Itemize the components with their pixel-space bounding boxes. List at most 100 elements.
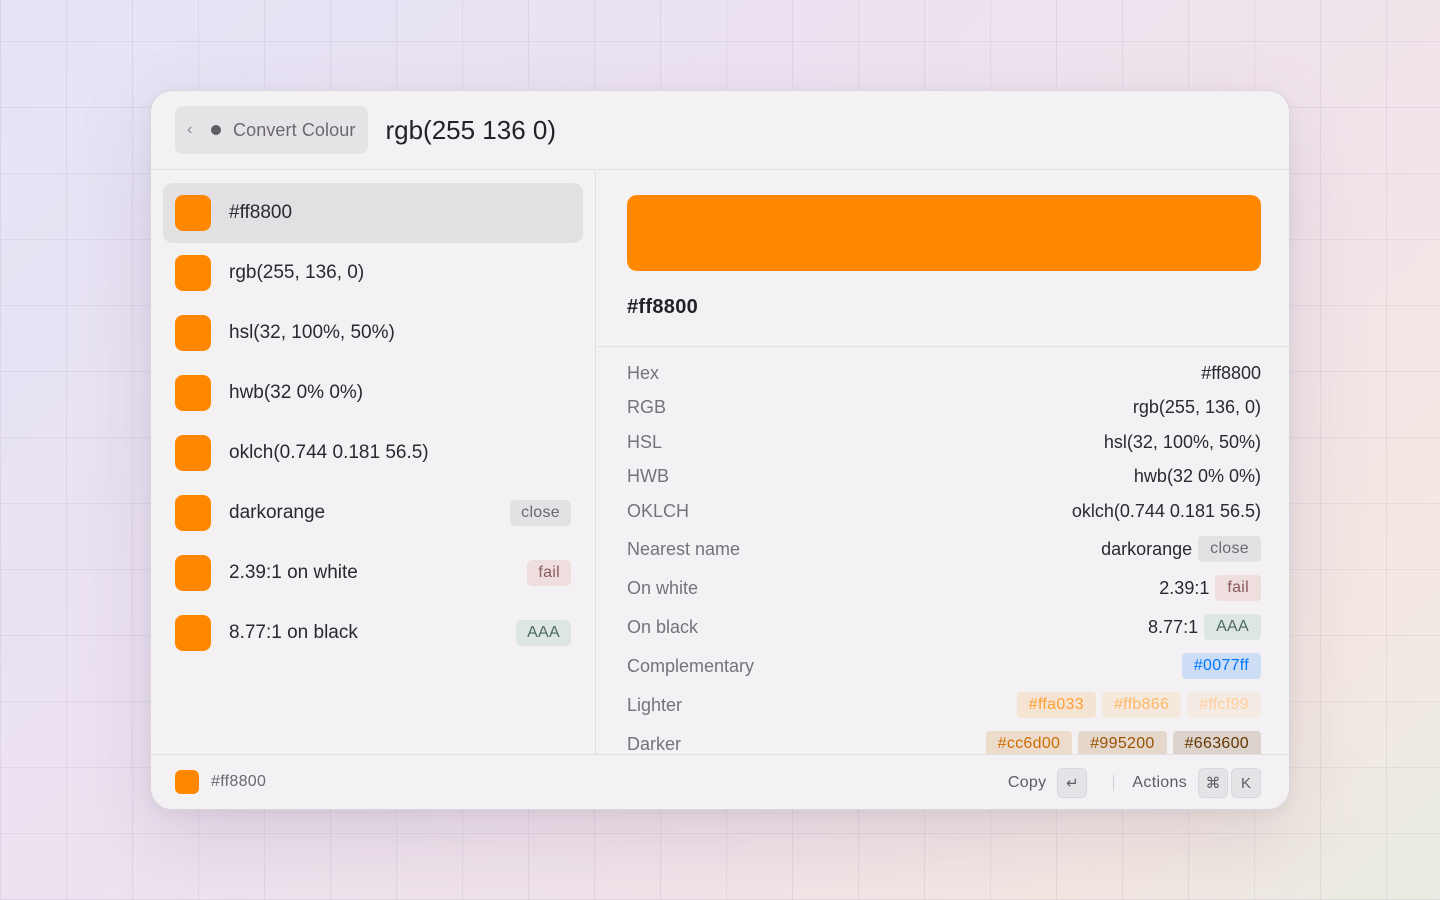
footer-selected-text: #ff8800 xyxy=(211,773,267,790)
metadata-row: On black 8.77:1 AAA xyxy=(627,614,1261,640)
status-badge: fail xyxy=(527,560,571,586)
metadata-key: Darker xyxy=(627,733,682,754)
list-item-label: darkorange xyxy=(229,502,326,523)
color-preview-swatch xyxy=(627,195,1261,271)
detail-panel: #ff8800 Hex #ff8800 RGB rgb(255, 136, 0) HSL… xyxy=(597,171,1289,756)
metadata-row: RGB rgb(255, 136, 0) xyxy=(627,397,1261,418)
metadata-row: Darker #cc6d00 #995200 #663600 xyxy=(627,731,1261,756)
search-query-input[interactable]: rgb(255 136 0) xyxy=(385,115,556,146)
metadata-row: Lighter #ffa033 #ffb866 #ffcf99 xyxy=(627,692,1261,718)
color-swatch-icon xyxy=(175,375,211,411)
metadata-value: #cc6d00 #995200 #663600 xyxy=(985,731,1261,756)
metadata-value: 2.39:1 fail xyxy=(1159,575,1261,601)
list-item-label: 8.77:1 on black xyxy=(229,622,358,643)
k-key-icon[interactable]: K xyxy=(1231,768,1261,798)
metadata-value: #0077ff xyxy=(1181,653,1261,679)
list-item[interactable]: hwb(32 0% 0%) xyxy=(163,363,583,423)
metadata-row: On white 2.39:1 fail xyxy=(627,575,1261,601)
detail-divider xyxy=(597,346,1289,347)
footer-actions: Copy ↵ Actions ⌘ K xyxy=(1008,768,1261,798)
color-swatch-icon xyxy=(175,435,211,471)
status-badge: fail xyxy=(1215,575,1261,601)
list-item-label: #ff8800 xyxy=(229,202,293,223)
metadata-value: #ff8800 xyxy=(1201,363,1261,384)
copy-action-label[interactable]: Copy xyxy=(1008,774,1047,792)
status-badge: AAA xyxy=(516,620,571,646)
metadata-key: HSL xyxy=(627,432,663,452)
metadata-row: HSL hsl(32, 100%, 50%) xyxy=(627,432,1261,453)
metadata-row: Hex #ff8800 xyxy=(627,363,1261,384)
list-item[interactable]: hsl(32, 100%, 50%) xyxy=(163,303,583,363)
actions-button-label[interactable]: Actions xyxy=(1132,774,1187,792)
list-item-label: 2.39:1 on white xyxy=(229,562,358,583)
metadata-value-text: rgb(255, 136, 0) xyxy=(1132,397,1261,417)
metadata-row: Nearest name darkorange close xyxy=(627,536,1261,562)
metadata-row: Complementary #0077ff xyxy=(627,653,1261,679)
metadata-value-text: oklch(0.744 0.181 56.5) xyxy=(1071,501,1261,521)
metadata-row: HWB hwb(32 0% 0%) xyxy=(627,466,1261,487)
detail-title: #ff8800 xyxy=(627,296,699,318)
color-chip[interactable]: #ffb866 xyxy=(1101,692,1182,718)
metadata-key: Complementary xyxy=(627,655,755,676)
list-item-label: hsl(32, 100%, 50%) xyxy=(229,322,395,343)
results-list: #ff8800 rgb(255, 136, 0) hsl(32, 100%, 50%… xyxy=(151,171,596,756)
metadata-row: OKLCH oklch(0.744 0.181 56.5) xyxy=(627,501,1261,522)
metadata-key: Nearest name xyxy=(627,538,741,559)
color-chip[interactable]: #cc6d00 xyxy=(985,731,1073,756)
status-badge: AAA xyxy=(1204,614,1261,640)
metadata-value: 8.77:1 AAA xyxy=(1148,614,1261,640)
list-item-label: hwb(32 0% 0%) xyxy=(229,382,364,403)
metadata-value: rgb(255, 136, 0) xyxy=(1133,397,1261,418)
chevron-left-icon: ‹ xyxy=(187,121,193,138)
color-chip[interactable]: #0077ff xyxy=(1181,653,1261,679)
list-item[interactable]: 2.39:1 on white fail xyxy=(163,543,583,603)
metadata-value: #ffa033 #ffb866 #ffcf99 xyxy=(1016,692,1261,718)
color-swatch-icon xyxy=(175,495,211,531)
list-item[interactable]: rgb(255, 136, 0) xyxy=(163,243,583,303)
metadata-key: Hex xyxy=(627,363,660,383)
metadata-value-text: hsl(32, 100%, 50%) xyxy=(1103,432,1261,452)
metadata-key: RGB xyxy=(627,397,667,417)
extension-dot-icon xyxy=(211,125,221,135)
metadata-value-text: hwb(32 0% 0%) xyxy=(1133,466,1261,486)
color-swatch-icon xyxy=(175,315,211,351)
color-swatch-icon xyxy=(175,195,211,231)
color-swatch-icon xyxy=(175,615,211,651)
back-breadcrumb-button[interactable]: ‹ Convert Colour xyxy=(175,106,369,154)
list-item-label: oklch(0.744 0.181 56.5) xyxy=(229,442,429,463)
list-item[interactable]: #ff8800 xyxy=(163,183,583,243)
metadata-key: On black xyxy=(627,616,699,637)
color-chip[interactable]: #ffcf99 xyxy=(1187,692,1261,718)
action-bar: #ff8800 Copy ↵ Actions ⌘ K xyxy=(151,754,1289,809)
metadata-value: hsl(32, 100%, 50%) xyxy=(1104,432,1261,453)
color-chip[interactable]: #995200 xyxy=(1078,731,1167,756)
metadata-value-text: #ff8800 xyxy=(1201,363,1261,383)
metadata-value-text: 8.77:1 xyxy=(1148,616,1199,637)
color-chip[interactable]: #663600 xyxy=(1172,731,1261,756)
footer-separator xyxy=(1113,775,1115,791)
metadata-value: oklch(0.744 0.181 56.5) xyxy=(1072,501,1261,522)
metadata-value-text: 2.39:1 xyxy=(1159,577,1210,598)
metadata-value: darkorange close xyxy=(1101,536,1261,562)
command-key-icon[interactable]: ⌘ xyxy=(1198,768,1228,798)
list-item-label: rgb(255, 136, 0) xyxy=(229,262,365,283)
app-window: ‹ Convert Colour rgb(255 136 0) #ff8800 r… xyxy=(150,90,1290,810)
metadata-value-text: darkorange xyxy=(1101,538,1193,559)
color-swatch-icon xyxy=(175,555,211,591)
metadata-key: OKLCH xyxy=(627,501,690,521)
metadata-value: hwb(32 0% 0%) xyxy=(1134,466,1261,487)
metadata-key: Lighter xyxy=(627,694,683,715)
footer-swatch xyxy=(175,770,199,794)
color-chip[interactable]: #ffa033 xyxy=(1016,692,1096,718)
header-bar: ‹ Convert Colour rgb(255 136 0) xyxy=(151,91,1289,170)
metadata-key: On white xyxy=(627,577,699,598)
status-badge: close xyxy=(1198,536,1261,562)
breadcrumb-label: Convert Colour xyxy=(233,119,356,140)
metadata-key: HWB xyxy=(627,466,669,486)
list-item[interactable]: darkorange close xyxy=(163,483,583,543)
status-badge: close xyxy=(510,500,571,526)
list-item[interactable]: oklch(0.744 0.181 56.5) xyxy=(163,423,583,483)
return-key-icon[interactable]: ↵ xyxy=(1057,768,1088,798)
color-swatch-icon xyxy=(175,255,211,291)
list-item[interactable]: 8.77:1 on black AAA xyxy=(163,603,583,663)
